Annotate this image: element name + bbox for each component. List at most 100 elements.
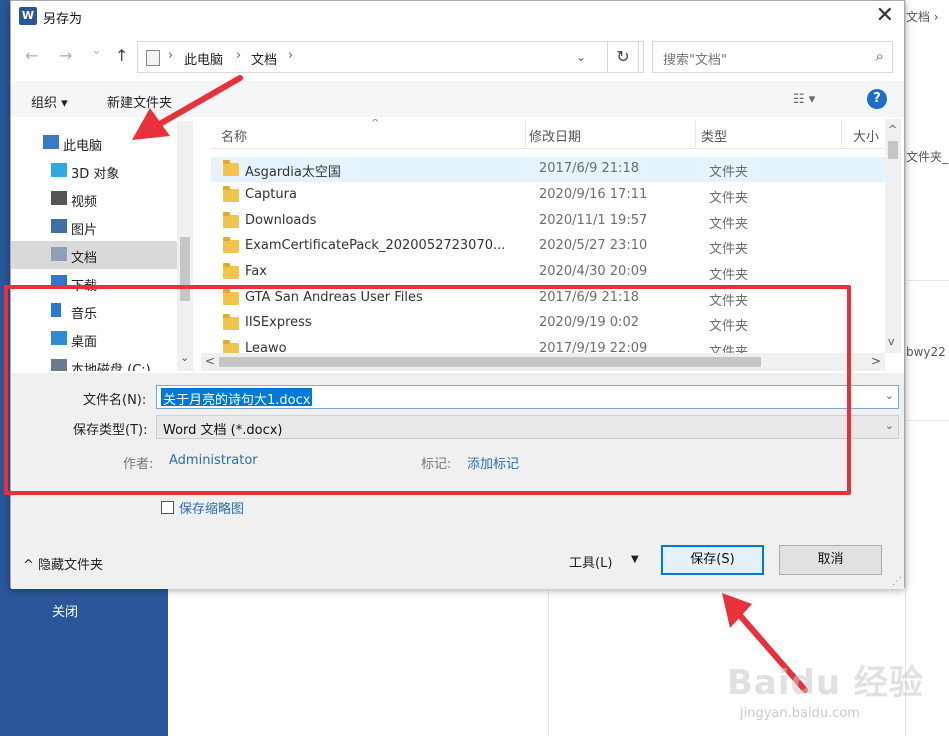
divider — [905, 420, 949, 421]
sidebar-item-label: 视频 — [71, 195, 98, 210]
column-separator[interactable] — [695, 121, 696, 147]
close-icon[interactable]: ✕ — [876, 3, 894, 28]
file-list-vertical-scrollbar[interactable]: ^ v — [885, 119, 901, 353]
address-dropdown-icon[interactable]: ⌄ — [576, 50, 586, 64]
file-list-header: 名称 ^ 修改日期 类型 大小 — [211, 119, 885, 149]
divider — [548, 588, 549, 736]
refresh-icon[interactable]: ↻ — [607, 41, 639, 73]
file-row[interactable]: Captura 2020/9/16 17:11 文件夹 — [211, 183, 885, 208]
file-row[interactable]: Fax 2020/4/30 20:09 文件夹 — [211, 260, 885, 285]
video-icon — [51, 191, 67, 205]
search-input[interactable]: 搜索"文档" ⌕ — [652, 41, 893, 73]
dialog-title: 另存为 — [43, 12, 83, 27]
file-name: ExamCertificatePack_2020052723070... — [245, 238, 506, 253]
forward-arrow-icon[interactable]: → — [59, 46, 72, 65]
column-header-size[interactable]: 大小 — [853, 126, 879, 145]
file-name: Captura — [245, 187, 297, 202]
folder-icon — [223, 160, 239, 176]
file-row[interactable]: ExamCertificatePack_2020052723070... 202… — [211, 234, 885, 259]
column-header-date[interactable]: 修改日期 — [529, 126, 581, 145]
breadcrumb-this-pc[interactable]: 此电脑 — [184, 49, 223, 68]
backstage-text: 文件夹_ — [906, 150, 949, 164]
command-toolbar: 组织 ▾ 新建文件夹 ☷ ▾ ? — [11, 81, 904, 117]
breadcrumb-separator: › — [236, 48, 242, 63]
dialog-titlebar: W 另存为 ✕ — [11, 1, 904, 33]
back-arrow-icon[interactable]: ← — [25, 46, 38, 65]
file-date: 2020/5/27 23:10 — [539, 238, 648, 253]
file-name: Downloads — [245, 213, 317, 228]
folder-icon — [223, 237, 239, 253]
column-header-name[interactable]: 名称 — [221, 126, 247, 145]
chevron-down-icon[interactable]: ⌄ — [885, 419, 894, 432]
folder-icon — [223, 212, 239, 228]
file-type: 文件夹 — [709, 191, 749, 206]
save-thumbnail-checkbox[interactable] — [161, 501, 174, 514]
file-date: 2020/11/1 19:57 — [539, 213, 648, 228]
word-app-icon: W — [19, 7, 37, 25]
navigation-row: ← → ⌄ ↑ › 此电脑 › 文档 › ⌄ ↻ 搜索"文档" ⌕ — [11, 39, 904, 75]
recent-locations-icon[interactable]: ⌄ — [91, 43, 102, 58]
chevron-down-icon[interactable]: ⌄ — [885, 389, 894, 402]
backstage-right-panel: 文档 › 文件夹_ bwy22 — [905, 0, 949, 736]
sidebar-item-3d-objects[interactable]: 3D 对象 — [11, 157, 177, 185]
backstage-close-item[interactable]: 关闭 — [52, 601, 78, 620]
annotation-highlight-box — [4, 285, 851, 495]
file-date: 2020/4/30 20:09 — [539, 264, 648, 279]
view-options-icon[interactable]: ☷ ▾ — [793, 92, 815, 107]
resize-grip-icon[interactable]: ⋰ — [892, 576, 902, 587]
sidebar-item-label: 文档 — [71, 251, 98, 266]
folder-icon — [223, 263, 239, 279]
sort-ascending-icon: ^ — [371, 119, 380, 129]
sidebar-item-label: 图片 — [71, 223, 98, 238]
file-name: Asgardia太空国 — [245, 165, 341, 180]
divider — [905, 280, 949, 281]
pc-icon — [43, 135, 59, 149]
breadcrumb-separator: › — [168, 48, 174, 63]
sidebar-item-label: 此电脑 — [63, 139, 103, 154]
save-thumbnail-label[interactable]: 保存缩略图 — [179, 498, 244, 517]
file-type: 文件夹 — [709, 165, 749, 180]
file-date: 2017/6/9 21:18 — [539, 161, 639, 176]
baidu-watermark-logo: Baidu 经验 — [727, 663, 924, 703]
search-placeholder: 搜索"文档" — [663, 53, 727, 68]
scroll-down-icon[interactable]: v — [888, 335, 895, 348]
file-type: 文件夹 — [709, 242, 749, 257]
column-separator[interactable] — [525, 121, 526, 147]
file-name: Fax — [245, 264, 267, 279]
sidebar-item-documents[interactable]: 文档 — [11, 241, 177, 269]
sidebar-item-this-pc[interactable]: 此电脑 — [11, 129, 177, 157]
sidebar-item-videos[interactable]: 视频 — [11, 185, 177, 213]
file-row[interactable]: Downloads 2020/11/1 19:57 文件夹 — [211, 209, 885, 234]
backstage-text: bwy22 — [906, 345, 946, 359]
column-header-type[interactable]: 类型 — [701, 126, 727, 145]
column-separator[interactable] — [841, 121, 842, 147]
documents-icon — [51, 247, 67, 261]
sidebar-item-pictures[interactable]: 图片 — [11, 213, 177, 241]
breadcrumb-documents[interactable]: 文档 — [251, 49, 277, 68]
scrollbar-thumb[interactable] — [888, 141, 898, 159]
breadcrumb-separator: › — [288, 48, 294, 63]
3d-objects-icon — [51, 163, 67, 177]
file-row[interactable]: Asgardia太空国 2017/6/9 21:18 文件夹 — [211, 157, 885, 182]
cancel-button[interactable]: 取消 — [779, 545, 882, 575]
file-type: 文件夹 — [709, 217, 749, 232]
baidu-watermark-url: jingyan.baidu.com — [740, 706, 860, 721]
tools-dropdown-icon[interactable]: ▼ — [631, 554, 639, 565]
location-icon — [146, 50, 160, 66]
search-icon[interactable]: ⌕ — [876, 47, 884, 65]
folder-icon — [223, 186, 239, 202]
new-folder-button[interactable]: 新建文件夹 — [107, 92, 172, 111]
tools-menu[interactable]: 工具(L) — [569, 552, 612, 571]
address-bar[interactable]: › 此电脑 › 文档 › ⌄ — [137, 41, 644, 73]
pictures-icon — [51, 219, 67, 233]
help-icon[interactable]: ? — [867, 89, 887, 109]
save-button[interactable]: 保存(S) — [661, 545, 764, 575]
file-date: 2020/9/16 17:11 — [539, 187, 648, 202]
hide-folders-toggle[interactable]: ^ 隐藏文件夹 — [23, 554, 103, 573]
scroll-up-icon[interactable]: ^ — [888, 123, 897, 136]
file-type: 文件夹 — [709, 268, 749, 283]
up-arrow-icon[interactable]: ↑ — [115, 46, 128, 65]
organize-menu[interactable]: 组织 ▾ — [31, 92, 68, 111]
sidebar-item-label: 3D 对象 — [71, 167, 120, 182]
scroll-right-icon[interactable]: > — [871, 354, 881, 368]
